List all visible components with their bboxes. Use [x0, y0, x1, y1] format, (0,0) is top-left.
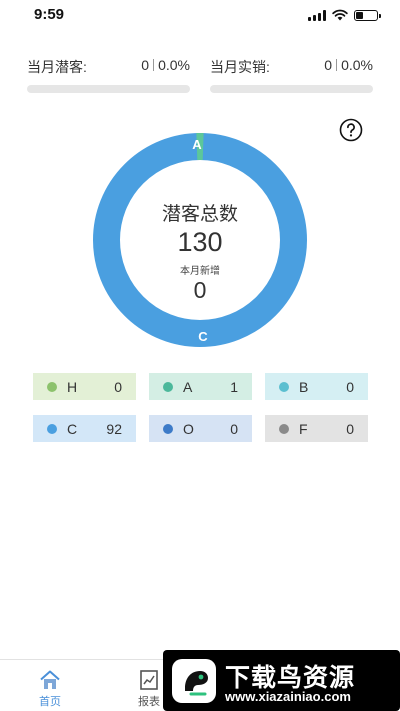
- level-count: 0: [346, 420, 354, 437]
- battery-level: [356, 11, 363, 19]
- tab-home[interactable]: 首页: [20, 660, 80, 711]
- divider: [153, 59, 155, 71]
- level-tile-a[interactable]: A 1: [149, 373, 252, 400]
- level-dot-icon: [279, 423, 289, 434]
- level-dot-icon: [279, 381, 289, 392]
- status-time: 9:59: [34, 6, 65, 23]
- donut-center: 潜客总数 130 本月新增 0: [93, 133, 307, 347]
- watermark-url: www.xiazainiao.com: [225, 689, 351, 704]
- level-name: B: [299, 378, 309, 395]
- monthly-new-value: 0: [193, 277, 207, 303]
- monthly-prospects-progress-bar: [27, 85, 190, 93]
- monthly-prospects-label: 当月潜客:: [27, 59, 87, 75]
- level-tile-b[interactable]: B 0: [265, 373, 368, 400]
- monthly-prospects-count: 0: [141, 57, 150, 73]
- cellular-signal-icon: [308, 9, 326, 21]
- level-dot-icon: [163, 381, 173, 392]
- level-count: 0: [346, 378, 354, 395]
- monthly-sales-progress-bar: [210, 85, 373, 93]
- level-dot-icon: [163, 423, 173, 434]
- level-count: 0: [114, 378, 122, 395]
- level-count: 1: [230, 378, 238, 395]
- level-name: F: [299, 420, 308, 437]
- level-tile-h[interactable]: H 0: [33, 373, 136, 400]
- monthly-sales-label: 当月实销:: [210, 59, 270, 75]
- monthly-prospects-percent: 0.0%: [158, 57, 190, 73]
- monthly-sales-percent: 0.0%: [341, 57, 373, 73]
- question-circle-icon[interactable]: [339, 118, 363, 142]
- level-tile-c[interactable]: C 92: [33, 415, 136, 442]
- level-count: 0: [230, 420, 238, 437]
- divider: [336, 59, 338, 71]
- total-prospects-label: 潜客总数: [161, 204, 238, 225]
- total-prospects-value: 130: [177, 227, 223, 257]
- status-bar: 9:59: [0, 0, 400, 32]
- level-name: H: [67, 378, 78, 395]
- wifi-icon: [332, 9, 348, 21]
- level-name: O: [183, 420, 194, 437]
- tab-home-label: 首页: [39, 696, 61, 708]
- level-tile-o[interactable]: O 0: [149, 415, 252, 442]
- battery-icon: [354, 9, 381, 21]
- home-icon: [40, 670, 60, 689]
- report-icon: [140, 670, 158, 690]
- level-name: A: [183, 378, 193, 395]
- level-name: C: [67, 420, 78, 437]
- monthly-sales-stat: 当月实销: 0 0.0%: [210, 56, 373, 96]
- status-icons: [308, 9, 381, 21]
- monthly-prospects-stat: 当月潜客: 0 0.0%: [27, 56, 190, 96]
- monthly-new-label: 本月新增: [180, 266, 220, 277]
- watermark-banner: 下载鸟资源 www.xiazainiao.com: [163, 650, 400, 711]
- level-dot-icon: [47, 423, 57, 434]
- level-count: 92: [106, 420, 122, 437]
- level-dot-icon: [47, 381, 57, 392]
- level-tile-f[interactable]: F 0: [265, 415, 368, 442]
- prospect-donut-chart[interactable]: A C 潜客总数 130 本月新增 0: [93, 133, 307, 347]
- monthly-sales-count: 0: [324, 57, 333, 73]
- bird-logo-icon: [172, 659, 216, 703]
